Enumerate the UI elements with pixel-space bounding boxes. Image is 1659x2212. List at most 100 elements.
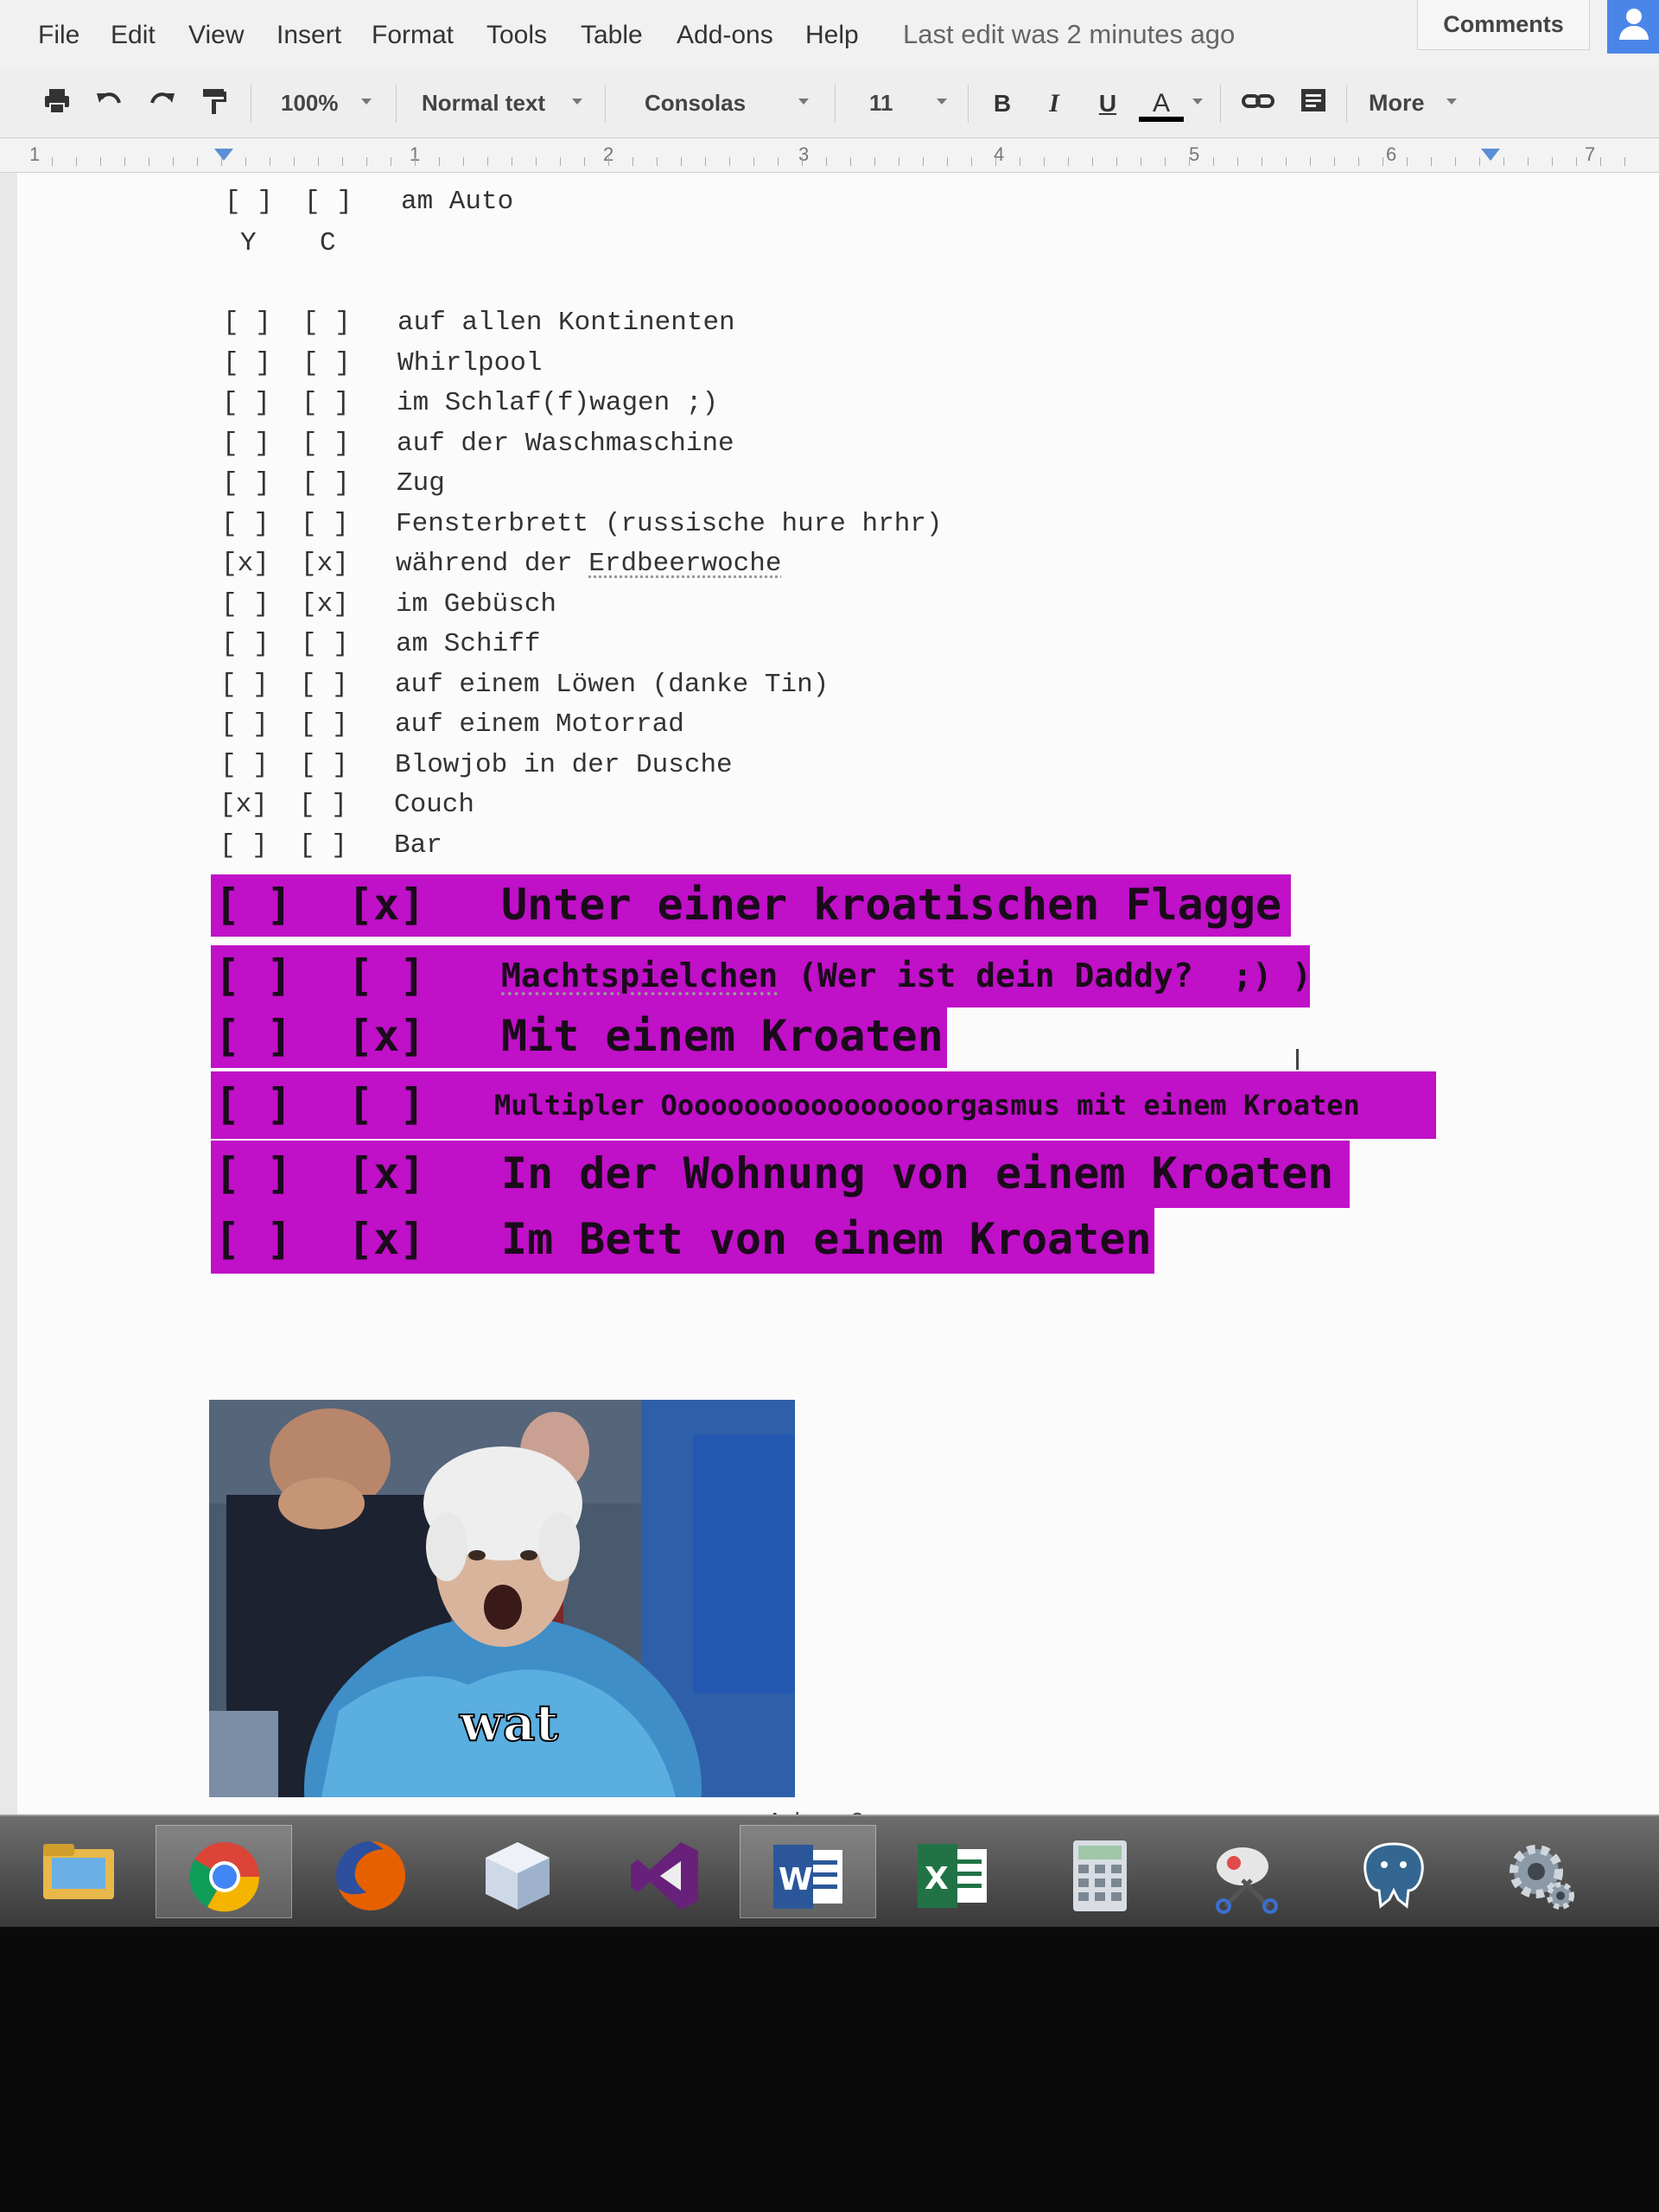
checkbox-c: [ ] — [299, 830, 347, 861]
checkbox-y: [ ] — [221, 629, 270, 659]
checkbox-c: [ ] — [302, 388, 350, 418]
ruler-tick — [124, 157, 125, 166]
toolbar-divider — [968, 85, 969, 123]
menu-help[interactable]: Help — [805, 21, 859, 50]
right-indent-marker[interactable] — [1481, 149, 1500, 161]
checkbox-c: [ ] — [301, 629, 349, 659]
postgresql-icon[interactable] — [1325, 1825, 1462, 1918]
checkbox-y: [ ] — [214, 1148, 293, 1198]
undo-icon[interactable] — [92, 86, 126, 121]
ruler-tick — [1382, 157, 1383, 166]
item-text: auf einem Löwen (danke Tin) — [395, 670, 830, 700]
ruler-tick — [1600, 157, 1601, 166]
checkbox-c: [ ] — [347, 1079, 426, 1129]
underline-button[interactable]: U — [1090, 86, 1125, 121]
spellcheck-word[interactable]: Erdbeerwoche — [588, 549, 781, 579]
toolbar-divider — [1220, 85, 1221, 123]
link-icon[interactable] — [1241, 86, 1275, 121]
format-toolbar: 100% Normal text Consolas 11 B I U A Mor… — [0, 69, 1659, 138]
checkbox-y: [ ] — [214, 1214, 293, 1264]
checkbox-y: [ ] — [225, 187, 273, 217]
menu-edit[interactable]: Edit — [111, 21, 156, 50]
item-text: Whirlpool — [397, 348, 543, 378]
item-text: Multipler Ooooooooooooooooorgasmus mit e… — [494, 1088, 1360, 1122]
menu-tools[interactable]: Tools — [486, 21, 547, 50]
ruler-tick — [1552, 157, 1553, 166]
item-text: auf der Waschmaschine — [397, 429, 734, 459]
checkbox-c: [ ] — [302, 348, 351, 378]
redo-icon[interactable] — [145, 86, 180, 121]
comments-button[interactable]: Comments — [1417, 0, 1590, 50]
word-icon[interactable]: W — [740, 1825, 876, 1918]
item-text: am Auto — [401, 187, 514, 217]
ruler-tick — [439, 157, 440, 166]
left-indent-marker[interactable] — [214, 149, 233, 161]
more-button[interactable]: More — [1369, 90, 1425, 117]
bold-button[interactable]: B — [985, 86, 1020, 121]
font-size-select[interactable]: 11 — [869, 90, 893, 117]
menu-insert[interactable]: Insert — [276, 21, 341, 50]
ruler-number: 5 — [1189, 143, 1200, 165]
chrome-icon[interactable] — [156, 1825, 292, 1918]
checkbox-y: [x] — [219, 790, 268, 820]
settings-icon[interactable] — [1472, 1825, 1609, 1918]
item-text: am Schiff — [396, 629, 541, 659]
menu-addons[interactable]: Add-ons — [677, 21, 773, 50]
checkbox-c: [ ] — [299, 790, 347, 820]
italic-button[interactable]: I — [1037, 86, 1071, 121]
ruler-tick — [657, 157, 658, 166]
ruler-tick — [1286, 157, 1287, 166]
comment-icon[interactable] — [1296, 86, 1331, 121]
toolbar-divider — [396, 85, 397, 123]
ruler-tick — [584, 157, 585, 166]
ruler-tick — [947, 157, 948, 166]
visual-studio-icon[interactable] — [596, 1825, 733, 1918]
ruler-tick — [52, 157, 53, 166]
spellcheck-word[interactable]: Machtspielchen — [501, 957, 778, 995]
ruler-tick — [536, 157, 537, 166]
font-select[interactable]: Consolas — [645, 90, 746, 117]
text-color-button[interactable]: A — [1144, 86, 1179, 121]
ruler-tick — [1068, 157, 1069, 166]
zoom-select[interactable]: 100% — [281, 90, 339, 117]
calculator-icon[interactable] — [1032, 1825, 1168, 1918]
meme-image[interactable]: wat — [209, 1400, 795, 1797]
more-caret-icon — [1446, 99, 1457, 105]
toolbar-divider — [835, 85, 836, 123]
checkbox-c: [ ] — [300, 670, 348, 700]
checkbox-y: [ ] — [222, 468, 270, 499]
ruler-tick — [318, 157, 319, 166]
virtualbox-icon[interactable] — [449, 1825, 586, 1918]
ruler-tick — [826, 157, 827, 166]
menu-table[interactable]: Table — [581, 21, 643, 50]
ruler-number: 3 — [798, 143, 810, 165]
checkbox-y: [x] — [221, 549, 270, 579]
menu-view[interactable]: View — [188, 21, 244, 50]
item-text: Zug — [397, 468, 445, 499]
font-caret-icon — [798, 99, 809, 105]
ruler-tick — [1092, 157, 1093, 166]
checkbox-c: [x] — [301, 589, 349, 620]
ruler-tick — [923, 157, 924, 166]
item-text: im Schlaf(f)wagen ;) — [397, 388, 719, 418]
ruler-number: 1 — [29, 143, 41, 165]
menu-format[interactable]: Format — [372, 21, 454, 50]
print-icon[interactable] — [40, 86, 74, 121]
style-select[interactable]: Normal text — [422, 90, 545, 117]
checkbox-y: [ ] — [214, 880, 293, 930]
share-button[interactable] — [1607, 0, 1659, 54]
file-explorer-icon[interactable] — [10, 1825, 147, 1918]
ruler-tick — [1116, 157, 1117, 166]
ruler-tick — [1044, 157, 1045, 166]
paint-format-icon[interactable] — [197, 86, 232, 121]
checkbox-c: [x] — [347, 1011, 426, 1061]
menu-file[interactable]: File — [38, 21, 79, 50]
item-text-part: während der — [396, 549, 589, 579]
item-text: Blowjob in der Dusche — [395, 750, 733, 780]
firefox-icon[interactable] — [302, 1825, 439, 1918]
last-edit-status[interactable]: Last edit was 2 minutes ago — [903, 19, 1235, 50]
excel-icon[interactable]: X — [885, 1825, 1021, 1918]
checkbox-c: [x] — [347, 880, 426, 930]
snipping-tool-icon[interactable] — [1179, 1825, 1315, 1918]
ruler-tick — [1624, 157, 1625, 166]
